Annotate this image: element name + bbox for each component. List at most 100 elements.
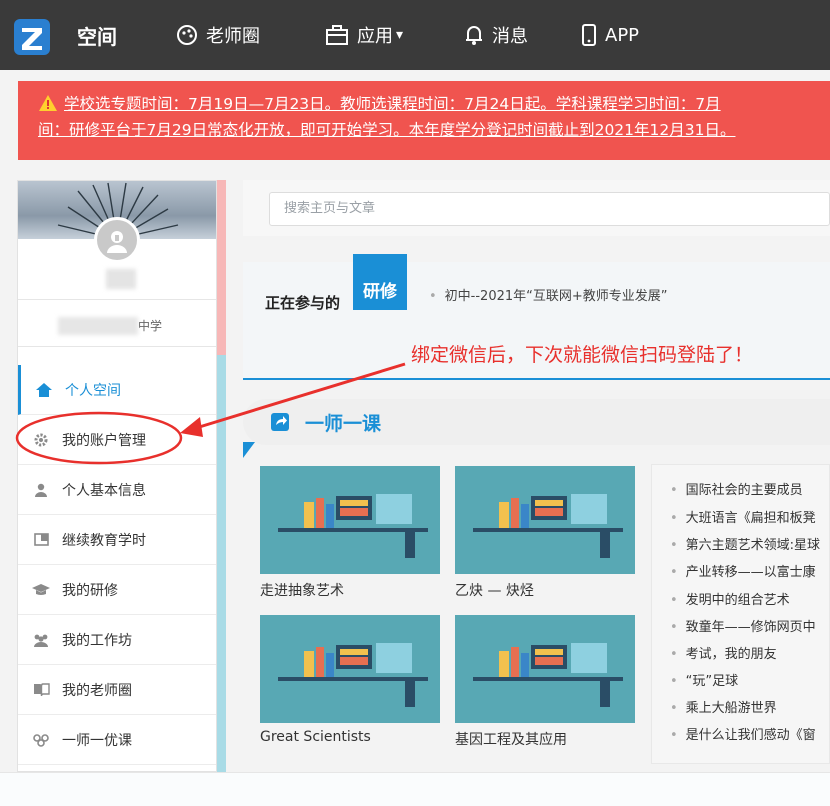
nav-app-download[interactable]: APP (581, 20, 639, 50)
nav-teacher-circle-label: 老师圈 (206, 26, 260, 47)
course-section-title: 一师一课 (305, 413, 382, 435)
list-item[interactable]: • 国际社会的主要成员 (670, 479, 803, 498)
book-icon (32, 683, 50, 696)
bullet-icon: • (670, 593, 678, 608)
sidebar-item-label: 一师一优课 (62, 732, 132, 749)
nav-messages[interactable]: 消息 (464, 20, 528, 50)
annotation-text: 绑定微信后，下次就能微信扫码登陆了！ (411, 344, 754, 366)
sidebar-item-label: 我的账户管理 (62, 432, 146, 449)
announcement-line-2[interactable]: 间：研修平台于7月29日常态化开放，即可开始学习。本年度学分登记时间截止到202… (38, 117, 830, 143)
list-item[interactable]: • 考试，我的朋友 (670, 643, 777, 662)
bullet-icon: • (670, 538, 678, 553)
course-section-header: 一师一课 (243, 399, 830, 445)
sidebar-item-label: 继续教育学时 (62, 532, 146, 549)
profile-bottom-divider (18, 346, 216, 347)
gear-icon (32, 433, 50, 447)
list-item-label: 致童年——修饰网页中 (685, 620, 816, 635)
page-footer-strip (0, 772, 830, 806)
course-card[interactable]: 基因工程及其应用 (455, 615, 635, 749)
training-item-link[interactable]: • 初中--2021年“互联网+教师专业发展” (429, 285, 668, 304)
sidebar-item-my-workshop[interactable]: 我的工作坊 (18, 615, 216, 665)
bullet-icon: • (670, 701, 678, 716)
sidebar: 中学 个人空间 我的账户管理 个人基本信息 继续教育学时 我的研修 我的工作坊 … (17, 180, 217, 772)
sidebar-item-personal-space[interactable]: 个人空间 (18, 365, 216, 415)
list-item[interactable]: • 产业转移——以富士康 (670, 561, 816, 580)
bullet-icon: • (670, 620, 678, 635)
course-thumbnail[interactable] (260, 615, 440, 723)
list-item-label: 是什么让我们感动《窗 (685, 728, 816, 743)
training-item-label: 初中--2021年“互联网+教师专业发展” (444, 289, 668, 304)
bullet-icon: • (670, 483, 678, 498)
sidebar-item-account-management[interactable]: 我的账户管理 (18, 415, 216, 465)
people-icon (32, 733, 50, 747)
list-item-label: 第六主题艺术领域:星球 (685, 538, 821, 553)
nav-space-label: 空间 (77, 24, 117, 49)
sidebar-menu: 个人空间 我的账户管理 个人基本信息 继续教育学时 我的研修 我的工作坊 我的老… (18, 365, 216, 765)
profile-divider (18, 299, 216, 300)
course-card[interactable]: Great Scientists (260, 615, 440, 745)
sidebar-item-label: 我的老师圈 (62, 682, 132, 699)
avatar[interactable] (94, 217, 140, 263)
nav-messages-label: 消息 (492, 26, 528, 47)
search-area: 搜索主页与文章 (243, 180, 830, 236)
list-item[interactable]: • “玩”足球 (670, 670, 738, 689)
sidebar-item-basic-info[interactable]: 个人基本信息 (18, 465, 216, 515)
list-item[interactable]: • 乘上大船游世界 (670, 697, 777, 716)
bell-icon (466, 26, 482, 45)
course-caption[interactable]: 走进抽象艺术 (260, 580, 440, 600)
list-item-label: 国际社会的主要成员 (685, 483, 803, 498)
training-badge: 研修 (353, 254, 407, 310)
course-card[interactable]: 乙炔 — 炔烃 (455, 466, 635, 600)
nav-apps-label: 应用 (357, 26, 393, 47)
nav-apps[interactable]: 应用 ▾ (325, 20, 403, 50)
participating-training-panel: 正在参与的 研修 • 初中--2021年“互联网+教师专业发展” 绑定微信后，下次… (243, 254, 830, 380)
sidebar-item-excellent-lesson[interactable]: 一师一优课 (18, 715, 216, 765)
course-thumbnail[interactable] (455, 615, 635, 723)
school-name-suffix: 中学 (138, 319, 163, 333)
grad-cap-icon (32, 583, 50, 596)
bullet-icon: • (670, 728, 678, 743)
nav-teacher-circle[interactable]: 老师圈 (176, 20, 260, 50)
username-redacted (106, 269, 136, 289)
course-thumbnail[interactable] (455, 466, 635, 574)
main-content: 搜索主页与文章 正在参与的 研修 • 初中--2021年“互联网+教师专业发展” … (243, 180, 830, 772)
header-corner-decoration (243, 442, 255, 458)
bullet-icon: • (429, 289, 437, 304)
participating-label: 正在参与的 (265, 294, 341, 312)
top-nav-bar: 空间 老师圈 应用 ▾ 消息 APP (0, 0, 830, 70)
sidebar-item-label: 我的工作坊 (62, 632, 132, 649)
sidebar-item-teacher-circle[interactable]: 我的老师圈 (18, 665, 216, 715)
course-card[interactable]: 走进抽象艺术 (260, 466, 440, 600)
course-caption[interactable]: Great Scientists (260, 729, 440, 745)
sidebar-scrollbar-thumb[interactable] (217, 180, 226, 355)
nav-space[interactable]: 空间 (77, 20, 117, 50)
list-item[interactable]: • 第六主题艺术领域:星球 (670, 534, 820, 553)
bullet-icon: • (670, 647, 678, 662)
list-item[interactable]: • 发明中的组合艺术 (670, 589, 790, 608)
sidebar-item-education-hours[interactable]: 继续教育学时 (18, 515, 216, 565)
list-item-label: 考试，我的朋友 (685, 647, 777, 662)
course-caption[interactable]: 乙炔 — 炔烃 (455, 580, 635, 600)
briefcase-icon (326, 25, 348, 45)
group-icon (32, 633, 50, 647)
list-item[interactable]: • 是什么让我们感动《窗 (670, 724, 816, 743)
course-thumbnail[interactable] (260, 466, 440, 574)
nav-app-label: APP (605, 24, 640, 46)
announcement-text-1: 学校选专题时间：7月19日—7月23日。教师选课程时间：7月24日起。学科课程学… (64, 95, 721, 113)
zhixue-logo-icon[interactable] (14, 19, 50, 55)
sidebar-scrollbar[interactable] (217, 180, 226, 772)
list-item[interactable]: • 致童年——修饰网页中 (670, 616, 816, 635)
course-title-list: • 国际社会的主要成员 • 大班语言《扁担和板凳 • 第六主题艺术领域:星球 • 产业转… (651, 464, 830, 764)
list-item[interactable]: • 大班语言《扁担和板凳 (670, 507, 816, 526)
sidebar-item-label: 个人空间 (65, 382, 121, 399)
chevron-down-icon: ▾ (396, 27, 404, 43)
list-item-label: 大班语言《扁担和板凳 (685, 511, 816, 526)
course-caption[interactable]: 基因工程及其应用 (455, 729, 635, 749)
user-icon (32, 483, 50, 497)
search-input[interactable]: 搜索主页与文章 (269, 192, 830, 226)
list-item-label: 乘上大船游世界 (685, 701, 777, 716)
school-redacted (58, 317, 138, 335)
list-item-label: 发明中的组合艺术 (685, 593, 790, 608)
sidebar-item-my-training[interactable]: 我的研修 (18, 565, 216, 615)
announcement-line-1[interactable]: 学校选专题时间：7月19日—7月23日。教师选课程时间：7月24日起。学科课程学… (38, 91, 830, 117)
